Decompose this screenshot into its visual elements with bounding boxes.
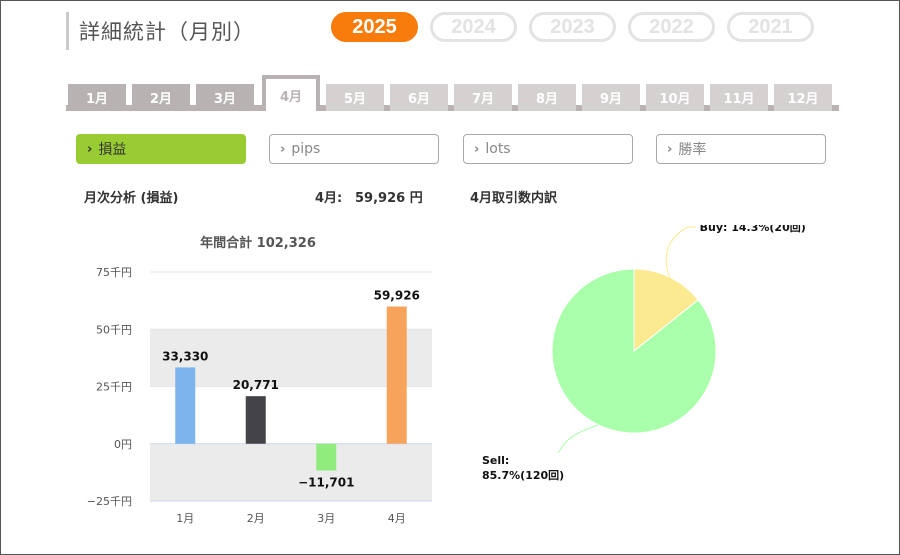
metric-button-label: lots: [485, 141, 511, 157]
pie-label-buy: Buy: 14.3%(20回): [700, 225, 806, 234]
monthly-profit-bar-chart: 年間合計 102,326 75千円 50千円 25千円 0円 −25千円 33,330 1月…: [87, 235, 432, 525]
y-tick-label: 50千円: [96, 323, 132, 336]
year-button-2022[interactable]: 2022: [628, 12, 715, 42]
trade-breakdown-pie-chart: Buy: 14.3%(20回) Sell:85.7%(120回): [482, 225, 806, 482]
year-button-2024[interactable]: 2024: [430, 12, 517, 42]
pie-label-sell: Sell:: [482, 454, 509, 467]
bar-data-label: −11,701: [298, 476, 354, 490]
pie-label-connector: [557, 424, 599, 454]
bar: [386, 306, 407, 444]
tab-month-3[interactable]: 3月: [196, 84, 254, 111]
pie-label-connector: [665, 226, 696, 278]
tab-month-5[interactable]: 5月: [326, 84, 384, 111]
trade-breakdown-title: 4月取引数内訳: [470, 191, 558, 206]
tab-month-2[interactable]: 2月: [132, 84, 190, 111]
monthly-analysis-title: 月次分析 (損益): [84, 191, 179, 206]
year-button-2023[interactable]: 2023: [529, 12, 616, 42]
metric-button-lots[interactable]: › lots: [463, 134, 633, 164]
page-title-block: 詳細統計（月別）: [66, 12, 255, 50]
tab-month-11[interactable]: 11月: [710, 84, 768, 111]
tab-month-7[interactable]: 7月: [454, 84, 512, 111]
pie-label-sell-value: 85.7%(120回): [482, 468, 564, 482]
x-tick-label: 1月: [176, 512, 194, 525]
chart-band: [150, 443, 432, 501]
metric-button-winrate[interactable]: › 勝率: [656, 134, 826, 164]
tab-month-9[interactable]: 9月: [582, 84, 640, 111]
bar-data-label: 59,926: [374, 289, 420, 303]
tab-month-8[interactable]: 8月: [518, 84, 576, 111]
metric-button-pips[interactable]: › pips: [269, 134, 439, 164]
chevron-right-icon: ›: [667, 141, 673, 157]
chevron-right-icon: ›: [474, 141, 480, 157]
chevron-right-icon: ›: [280, 141, 286, 157]
metric-button-label: pips: [291, 141, 321, 157]
y-tick-label: −25千円: [87, 495, 132, 508]
y-tick-label: 75千円: [96, 266, 132, 279]
metric-button-label: 勝率: [678, 142, 707, 158]
y-tick-label: 0円: [114, 438, 132, 451]
bar-data-label: 33,330: [162, 349, 208, 363]
chevron-right-icon: ›: [87, 141, 93, 157]
bar-data-label: 20,771: [233, 378, 279, 392]
bar: [175, 367, 196, 444]
chart-title: 年間合計 102,326: [200, 235, 316, 251]
metric-button-profit[interactable]: › 損益: [76, 134, 246, 164]
month-tabs: 1月 2月 3月 4月 5月 6月 7月 8月 9月 10月 11月 12月: [66, 75, 839, 111]
y-tick-label: 25千円: [96, 381, 132, 394]
tab-month-12[interactable]: 12月: [774, 84, 832, 111]
tab-month-6[interactable]: 6月: [390, 84, 448, 111]
month-total-value: 59,926 円: [355, 191, 423, 206]
metric-button-label: 損益: [98, 142, 127, 158]
year-selector: 2025 2024 2023 2022 2021: [331, 12, 814, 42]
year-button-2025[interactable]: 2025: [331, 12, 418, 42]
tab-month-1[interactable]: 1月: [68, 84, 126, 111]
month-total-label: 4月:: [315, 191, 343, 206]
x-tick-label: 4月: [388, 512, 406, 525]
bar: [245, 396, 266, 444]
year-button-2021[interactable]: 2021: [727, 12, 814, 42]
x-tick-label: 2月: [247, 512, 265, 525]
tab-month-4[interactable]: 4月: [262, 75, 320, 111]
bar: [316, 443, 337, 471]
x-tick-label: 3月: [317, 512, 335, 525]
tab-month-10[interactable]: 10月: [646, 84, 704, 111]
page-title: 詳細統計（月別）: [79, 20, 255, 44]
